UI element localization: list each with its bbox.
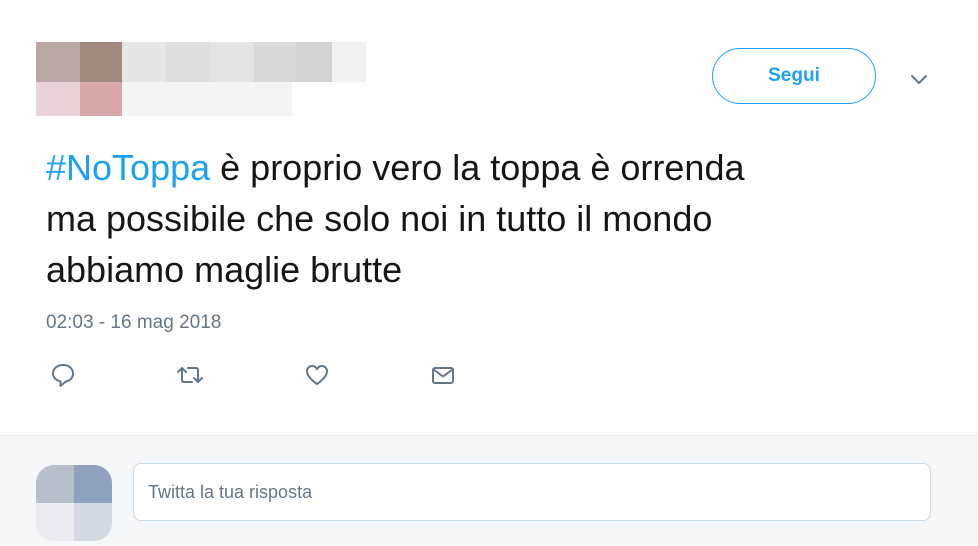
reply-section [0,435,978,545]
tweet-timestamp[interactable]: 02:03 - 16 mag 2018 [46,312,221,334]
heart-icon[interactable] [300,358,334,392]
handle-blur-block [122,82,292,116]
name-blur-block [166,42,210,82]
avatar-blur-block [80,42,122,82]
hashtag-link[interactable]: #NoToppa [46,147,210,188]
avatar-blur-block [36,42,80,82]
name-blur-block [122,42,166,82]
reply-input[interactable] [133,463,931,521]
avatar-blur-block [80,82,122,116]
retweet-icon[interactable] [173,358,207,392]
tweet-text-line1: è proprio vero la toppa è orrenda [210,147,745,188]
avatar [36,465,112,541]
tweet-actions [46,358,526,392]
name-blur-block [332,42,366,82]
name-blur-block [210,42,254,82]
name-blur-block [296,42,332,82]
name-blur-block [254,42,296,82]
avatar-blur-block [36,82,80,116]
tweet-text-line3: abbiamo maglie brutte [46,249,403,290]
tweet-text: #NoToppa è proprio vero la toppa è orren… [46,142,946,295]
envelope-icon[interactable] [426,358,460,392]
tweet-card: Segui #NoToppa è proprio vero la toppa è… [0,0,978,435]
follow-button[interactable]: Segui [712,48,876,104]
author-header-blurred[interactable] [36,42,366,120]
tweet-text-line2: ma possibile che solo noi in tutto il mo… [46,198,713,239]
chevron-down-icon[interactable] [906,66,932,92]
speech-bubble-icon[interactable] [46,358,80,392]
